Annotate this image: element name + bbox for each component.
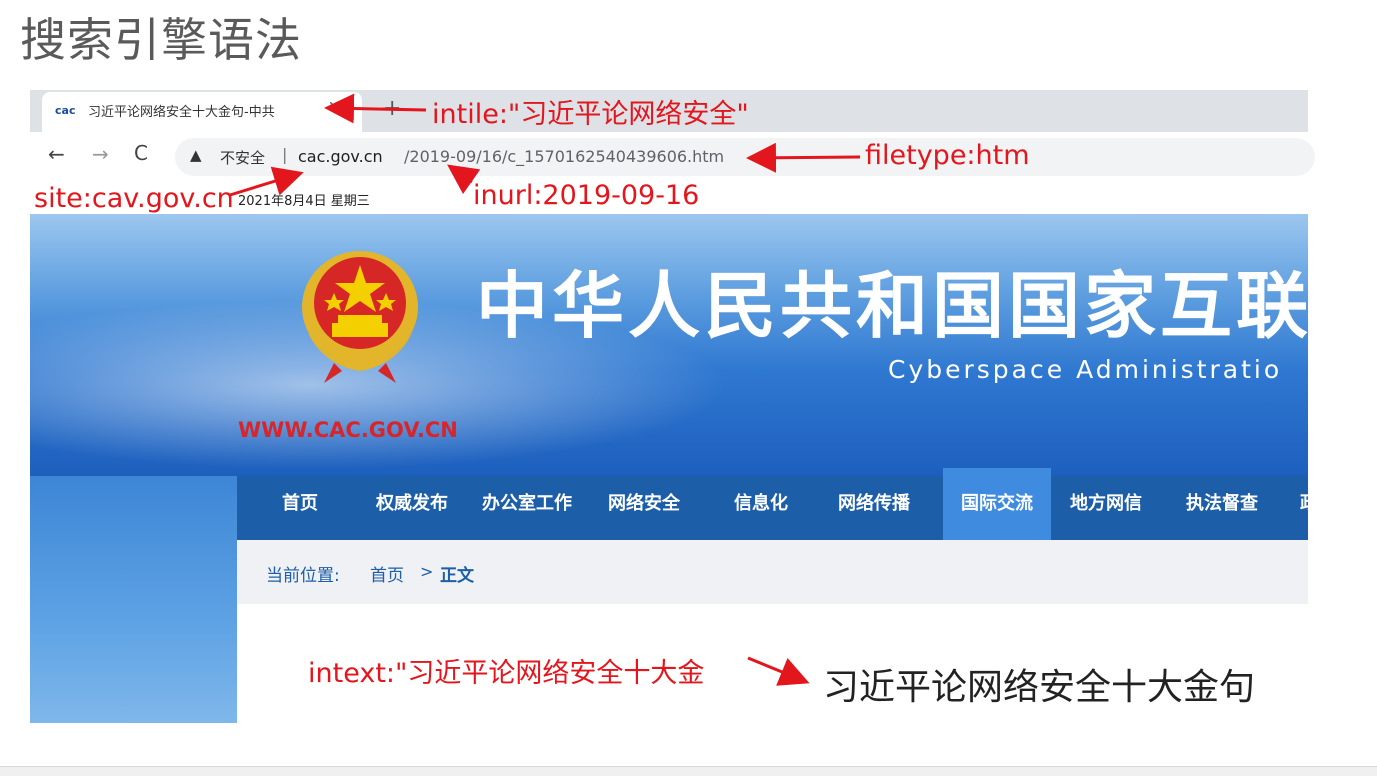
breadcrumb-home[interactable]: 首页 xyxy=(370,561,404,586)
nav-item-home[interactable]: 首页 xyxy=(282,476,318,540)
nav-item-international[interactable]: 国际交流 xyxy=(943,468,1051,540)
annotation-intitle: intile:"习近平论网络安全" xyxy=(432,99,749,130)
breadcrumb-label: 当前位置: xyxy=(266,566,340,586)
tab-title[interactable]: 习近平论网络安全十大金句-中共 xyxy=(88,101,324,120)
annotation-inurl: inurl:2019-09-16 xyxy=(473,180,700,211)
site-url-logo: WWW.CAC.GOV.CN xyxy=(238,418,458,442)
annotation-site: site:cav.gov.cn xyxy=(34,183,234,214)
back-arrow-icon[interactable]: ← xyxy=(48,142,65,166)
url-domain[interactable]: cac.gov.cn xyxy=(298,147,383,166)
national-emblem-icon xyxy=(302,251,418,383)
warning-triangle-icon[interactable]: ▲ xyxy=(190,146,202,164)
annotation-intext: intext:"习近平论网络安全十大金 xyxy=(308,658,705,689)
site-name-english: Cyberspace Administratio xyxy=(888,355,1283,384)
new-tab-icon[interactable]: + xyxy=(383,96,401,121)
reload-icon[interactable]: C xyxy=(134,141,148,165)
nav-item-communication[interactable]: 网络传播 xyxy=(838,476,910,540)
security-label[interactable]: 不安全 xyxy=(220,147,265,168)
nav-item-local[interactable]: 地方网信 xyxy=(1070,476,1142,540)
url-path[interactable]: /2019-09/16/c_1570162540439606.htm xyxy=(404,147,724,166)
nav-item-security[interactable]: 网络安全 xyxy=(608,476,680,540)
slide-title: 搜索引擎语法 xyxy=(20,13,302,67)
nav-item-more[interactable]: 政 xyxy=(1300,476,1308,540)
site-name-chinese: 中华人民共和国国家互联 xyxy=(476,263,1308,348)
nav-item-office[interactable]: 办公室工作 xyxy=(482,476,572,540)
article-title: 习近平论网络安全十大金句 xyxy=(823,667,1256,708)
nav-item-informatization[interactable]: 信息化 xyxy=(734,476,788,540)
nav-item-enforcement[interactable]: 执法督查 xyxy=(1186,476,1258,540)
annotation-filetype: filetype:htm xyxy=(865,140,1030,171)
url-separator: | xyxy=(282,145,288,164)
cac-favicon-icon: cac xyxy=(55,104,76,117)
forward-arrow-icon[interactable]: → xyxy=(92,142,109,166)
nav-item-releases[interactable]: 权威发布 xyxy=(376,476,448,540)
breadcrumb-current: 正文 xyxy=(440,566,474,586)
breadcrumb-separator: > xyxy=(420,562,434,581)
page-date: 2021年8月4日 星期三 xyxy=(238,194,370,209)
close-icon[interactable]: ✕ xyxy=(328,99,340,115)
left-decoration xyxy=(30,476,237,723)
